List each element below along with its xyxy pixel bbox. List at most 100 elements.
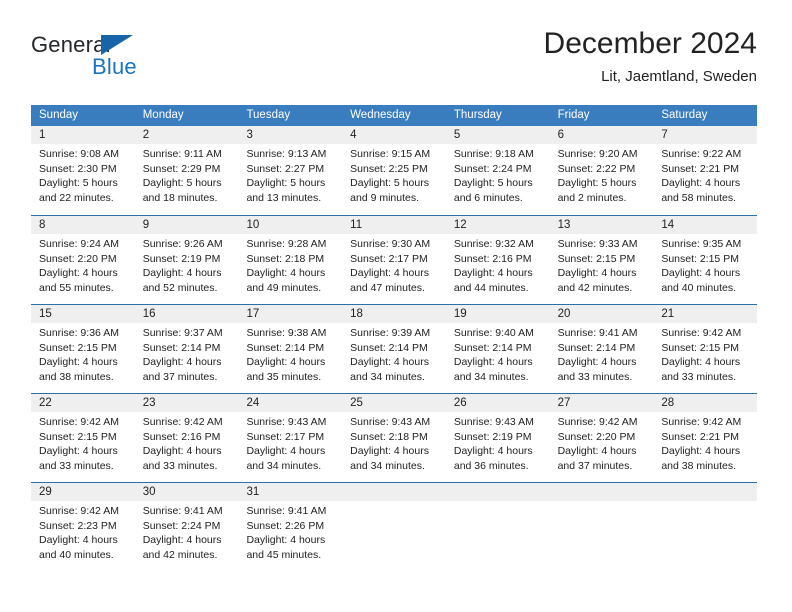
day-cell[interactable]: 30 Sunrise: 9:41 AM Sunset: 2:24 PM Dayl…: [134, 483, 239, 571]
sunrise-text: Sunrise: 9:43 AM: [246, 416, 327, 428]
day-number: 20: [557, 308, 571, 320]
day-cell[interactable]: 31 Sunrise: 9:41 AM Sunset: 2:26 PM Dayl…: [238, 483, 343, 571]
sunrise-text: Sunrise: 9:18 AM: [453, 148, 534, 160]
day-cell[interactable]: 8 Sunrise: 9:24 AM Sunset: 2:20 PM Dayli…: [31, 216, 135, 304]
sunset-text: Sunset: 2:27 PM: [246, 162, 325, 175]
day-number-band: 22: [31, 394, 135, 412]
day-number: 29: [39, 486, 52, 498]
daylight-text-line2: and 45 minutes.: [246, 548, 322, 561]
daylight-text-line2: and 22 minutes.: [39, 191, 114, 204]
sunset-text: Sunset: 2:14 PM: [453, 341, 532, 354]
day-number-band: 13: [549, 216, 654, 234]
day-number: 21: [661, 308, 675, 320]
day-number: 11: [350, 219, 363, 231]
day-cell[interactable]: 13 Sunrise: 9:33 AM Sunset: 2:15 PM Dayl…: [549, 216, 654, 304]
day-cell[interactable]: 11 Sunrise: 9:30 AM Sunset: 2:17 PM Dayl…: [342, 216, 446, 304]
day-cell[interactable]: 15 Sunrise: 9:36 AM Sunset: 2:15 PM Dayl…: [31, 305, 135, 393]
day-cell[interactable]: 20 Sunrise: 9:41 AM Sunset: 2:14 PM Dayl…: [549, 305, 654, 393]
day-cell[interactable]: 23 Sunrise: 9:42 AM Sunset: 2:16 PM Dayl…: [134, 394, 239, 482]
daylight-text-line2: and 13 minutes.: [246, 191, 322, 204]
day-cell[interactable]: 7 Sunrise: 9:22 AM Sunset: 2:21 PM Dayli…: [653, 126, 758, 215]
day-number-band: [445, 483, 550, 501]
weekday-header-tuesday: Tuesday: [246, 109, 291, 121]
week-row: 1 Sunrise: 9:08 AM Sunset: 2:30 PM Dayli…: [31, 126, 758, 215]
day-cell[interactable]: 12 Sunrise: 9:32 AM Sunset: 2:16 PM Dayl…: [445, 216, 550, 304]
day-details: Sunrise: 9:40 AM Sunset: 2:14 PM Dayligh…: [446, 323, 550, 384]
day-number-band: 2: [134, 126, 239, 144]
sunrise-text: Sunrise: 9:32 AM: [453, 238, 534, 250]
sunset-text: Sunset: 2:15 PM: [661, 341, 739, 354]
daylight-text-line2: and 37 minutes.: [557, 459, 633, 472]
day-cell[interactable]: 19 Sunrise: 9:40 AM Sunset: 2:14 PM Dayl…: [445, 305, 550, 393]
week-row: 8 Sunrise: 9:24 AM Sunset: 2:20 PM Dayli…: [31, 215, 758, 304]
daylight-text-line1: Daylight: 4 hours: [142, 445, 222, 458]
day-cell[interactable]: 3 Sunrise: 9:13 AM Sunset: 2:27 PM Dayli…: [238, 126, 343, 215]
day-cell[interactable]: 25 Sunrise: 9:43 AM Sunset: 2:18 PM Dayl…: [342, 394, 446, 482]
general-blue-logo[interactable]: General Blue: [31, 32, 271, 92]
daylight-text-line1: Daylight: 4 hours: [246, 445, 326, 458]
day-cell[interactable]: 1 Sunrise: 9:08 AM Sunset: 2:30 PM Dayli…: [31, 126, 135, 215]
day-number: 5: [453, 129, 461, 141]
day-number: 17: [246, 308, 260, 320]
daylight-text-line1: Daylight: 4 hours: [142, 267, 222, 280]
sunset-text: Sunset: 2:17 PM: [350, 252, 428, 265]
day-number: 31: [246, 486, 260, 498]
day-details: Sunrise: 9:08 AM Sunset: 2:30 PM Dayligh…: [31, 144, 135, 205]
weekday-header-sunday: Sunday: [39, 109, 79, 121]
sunset-text: Sunset: 2:18 PM: [246, 252, 325, 265]
daylight-text-line2: and 42 minutes.: [557, 281, 633, 294]
daylight-text-line2: and 33 minutes.: [142, 459, 218, 472]
day-cell[interactable]: 21 Sunrise: 9:42 AM Sunset: 2:15 PM Dayl…: [653, 305, 758, 393]
sunset-text: Sunset: 2:15 PM: [39, 430, 117, 443]
sunset-text: Sunset: 2:16 PM: [453, 252, 532, 265]
day-cell[interactable]: 28 Sunrise: 9:42 AM Sunset: 2:21 PM Dayl…: [653, 394, 758, 482]
day-cell[interactable]: 14 Sunrise: 9:35 AM Sunset: 2:15 PM Dayl…: [653, 216, 758, 304]
sunset-text: Sunset: 2:14 PM: [557, 341, 636, 354]
sunrise-text: Sunrise: 9:40 AM: [453, 327, 534, 339]
calendar-grid: Sunday Monday Tuesday Wednesday Thursday…: [31, 105, 758, 571]
day-number: 16: [142, 308, 156, 320]
day-number-band: 30: [134, 483, 239, 501]
day-cell[interactable]: 27 Sunrise: 9:42 AM Sunset: 2:20 PM Dayl…: [549, 394, 654, 482]
day-cell[interactable]: 16 Sunrise: 9:37 AM Sunset: 2:14 PM Dayl…: [134, 305, 239, 393]
sunrise-text: Sunrise: 9:39 AM: [350, 327, 431, 339]
day-cell[interactable]: 18 Sunrise: 9:39 AM Sunset: 2:14 PM Dayl…: [342, 305, 446, 393]
daylight-text-line1: Daylight: 4 hours: [39, 534, 118, 547]
sunrise-text: Sunrise: 9:42 AM: [142, 416, 223, 428]
day-cell[interactable]: 22 Sunrise: 9:42 AM Sunset: 2:15 PM Dayl…: [31, 394, 135, 482]
sunset-text: Sunset: 2:23 PM: [39, 519, 117, 532]
daylight-text-line1: Daylight: 4 hours: [350, 356, 429, 369]
daylight-text-line2: and 37 minutes.: [142, 370, 218, 383]
page-title: December 2024: [543, 27, 757, 60]
day-cell[interactable]: 10 Sunrise: 9:28 AM Sunset: 2:18 PM Dayl…: [238, 216, 343, 304]
day-cell[interactable]: 17 Sunrise: 9:38 AM Sunset: 2:14 PM Dayl…: [238, 305, 343, 393]
day-cell[interactable]: 6 Sunrise: 9:20 AM Sunset: 2:22 PM Dayli…: [549, 126, 654, 215]
daylight-text-line1: Daylight: 4 hours: [453, 356, 533, 369]
day-cell-empty: [342, 483, 446, 571]
day-cell[interactable]: 5 Sunrise: 9:18 AM Sunset: 2:24 PM Dayli…: [445, 126, 550, 215]
day-cell[interactable]: 2 Sunrise: 9:11 AM Sunset: 2:29 PM Dayli…: [134, 126, 239, 215]
daylight-text-line1: Daylight: 4 hours: [142, 534, 222, 547]
day-cell[interactable]: 24 Sunrise: 9:43 AM Sunset: 2:17 PM Dayl…: [238, 394, 343, 482]
day-cell[interactable]: 9 Sunrise: 9:26 AM Sunset: 2:19 PM Dayli…: [134, 216, 239, 304]
title-block: December 2024 Lit, Jaemtland, Sweden: [544, 26, 757, 88]
day-details: Sunrise: 9:42 AM Sunset: 2:15 PM Dayligh…: [653, 323, 757, 384]
day-number: 7: [661, 129, 668, 141]
day-cell-empty: [445, 483, 550, 571]
daylight-text-line1: Daylight: 4 hours: [246, 534, 326, 547]
daylight-text-line1: Daylight: 4 hours: [453, 445, 533, 458]
day-cell[interactable]: 4 Sunrise: 9:15 AM Sunset: 2:25 PM Dayli…: [342, 126, 446, 215]
day-details: Sunrise: 9:35 AM Sunset: 2:15 PM Dayligh…: [653, 234, 757, 295]
week-row: 15 Sunrise: 9:36 AM Sunset: 2:15 PM Dayl…: [31, 304, 758, 393]
day-number-band: [549, 483, 654, 501]
sunset-text: Sunset: 2:18 PM: [350, 430, 428, 443]
daylight-text-line2: and 18 minutes.: [142, 191, 218, 204]
day-details: Sunrise: 9:32 AM Sunset: 2:16 PM Dayligh…: [446, 234, 550, 295]
day-cell[interactable]: 26 Sunrise: 9:43 AM Sunset: 2:19 PM Dayl…: [445, 394, 550, 482]
day-number-band: 10: [238, 216, 343, 234]
day-number: 27: [557, 397, 571, 409]
day-number: 3: [246, 129, 253, 141]
day-cell[interactable]: 29 Sunrise: 9:42 AM Sunset: 2:23 PM Dayl…: [31, 483, 135, 571]
sunrise-text: Sunrise: 9:42 AM: [661, 327, 742, 339]
day-number: 23: [142, 397, 156, 409]
